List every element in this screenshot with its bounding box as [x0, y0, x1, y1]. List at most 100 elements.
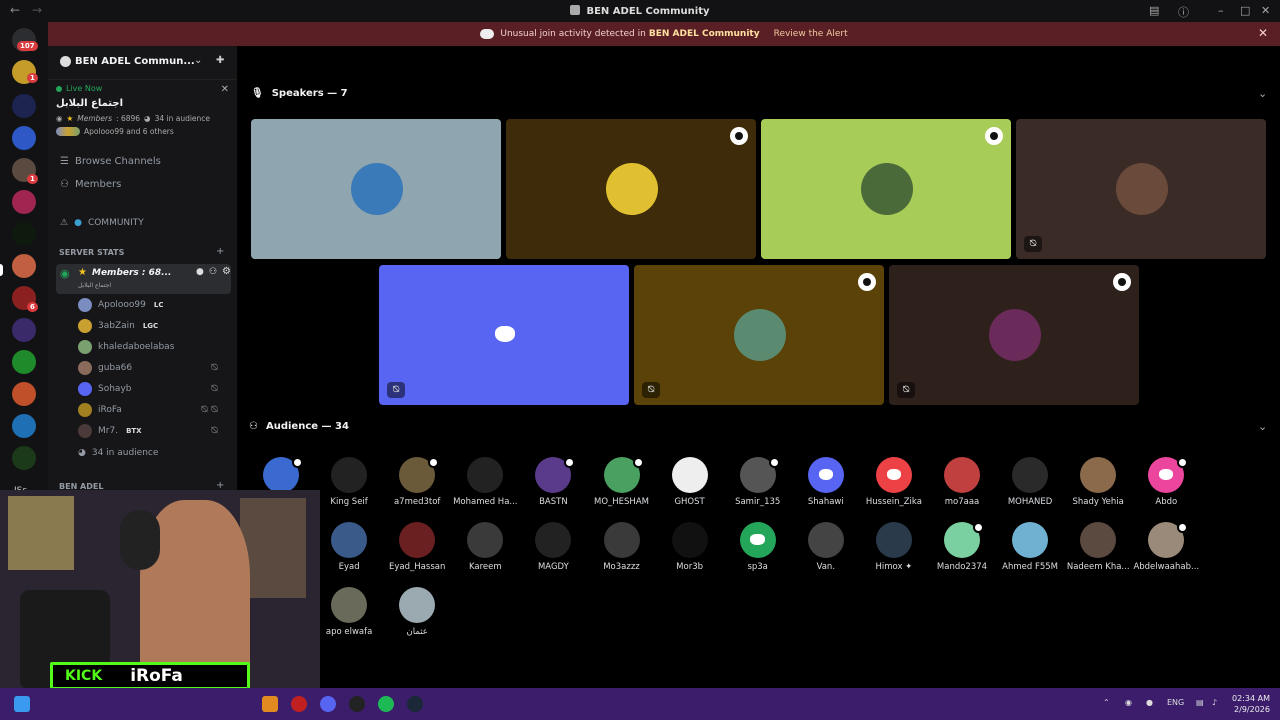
inbox-icon[interactable]: ▤ [1149, 4, 1159, 17]
speaker-tile[interactable]: ⦰ [634, 265, 884, 405]
audience-member[interactable]: BASTN [519, 457, 587, 507]
audience-member[interactable]: عثمان [383, 587, 451, 637]
audience-header[interactable]: ⚇ Audience — 34 [249, 421, 349, 432]
maximize-icon[interactable]: □ [1240, 4, 1250, 17]
audience-member[interactable]: Kareem [451, 522, 519, 572]
audience-member[interactable]: King Seif [315, 457, 383, 507]
speaker-tile[interactable]: ⦰ [889, 265, 1139, 405]
speakers-header[interactable]: 🎙 Speakers — 7 [251, 88, 348, 99]
audience-member[interactable]: Shahawi [792, 457, 860, 507]
members-link[interactable]: ⚇ Members [60, 179, 121, 190]
selected-pill [0, 264, 3, 276]
review-alert-link[interactable]: Review the Alert [774, 29, 848, 39]
server-icon[interactable] [12, 446, 36, 470]
audience-member[interactable]: Himox ✦ [860, 522, 928, 572]
app-icon[interactable] [291, 696, 307, 712]
voice-user[interactable]: Sohayb ⦰ [78, 380, 228, 398]
browse-channels[interactable]: ☰ Browse Channels [60, 156, 161, 167]
razer-icon[interactable] [12, 222, 36, 246]
speaker-tile[interactable] [506, 119, 756, 259]
settings-gear-icon[interactable]: ⚙ [222, 266, 231, 277]
chevron-down-icon[interactable]: ⌄ [1258, 420, 1267, 433]
invite-icon[interactable]: ✚ [216, 55, 224, 66]
discord-avatar-icon [875, 457, 912, 493]
add-channel-icon[interactable]: + [216, 246, 224, 257]
close-window-icon[interactable]: ✕ [1261, 4, 1270, 17]
chevron-up-icon[interactable]: ⌃ [1103, 698, 1110, 707]
discord-taskbar-icon[interactable] [320, 696, 336, 712]
audience-member[interactable]: Ahmed F55M [996, 522, 1064, 572]
speaker-tile[interactable]: ⦰ [1016, 119, 1266, 259]
audience-member[interactable]: Samir_135 [724, 457, 792, 507]
voice-user[interactable]: Apolooo99 LC [78, 296, 228, 314]
live-stage-card[interactable]: Live Now ✕ اجتماع البلابل ◉ ★ Members: 68… [56, 84, 231, 136]
community-channel[interactable]: ⚠ ● COMMUNITY [60, 218, 144, 228]
audience-member[interactable]: Eyad_Hassan [383, 522, 451, 572]
server-icon[interactable] [12, 94, 36, 118]
server-icon[interactable] [12, 126, 36, 150]
stream-name-overlay: KICK iRoFa [50, 662, 250, 690]
server-icon[interactable] [12, 190, 36, 214]
app-icon[interactable] [349, 696, 365, 712]
voice-user[interactable]: Mr7. BTX ⦰ [78, 422, 228, 440]
server-icon[interactable] [12, 382, 36, 406]
help-icon[interactable]: ⓘ [1178, 4, 1189, 20]
minimize-icon[interactable]: – [1218, 4, 1224, 17]
audience-member[interactable]: MAGDY [519, 522, 587, 572]
audience-member[interactable]: Van. [792, 522, 860, 572]
audience-member[interactable]: apo elwafa [315, 587, 383, 637]
windows-start-icon[interactable] [14, 696, 30, 712]
ea-server-icon[interactable] [12, 414, 36, 438]
voice-user[interactable]: khaledaboelabas [78, 338, 228, 356]
audience-member[interactable]: mo7aaa [928, 457, 996, 507]
guild-header[interactable]: BEN ADEL Commun... ⌄ ✚ [48, 46, 237, 80]
audience-member[interactable]: MO_HESHAM [588, 457, 656, 507]
muted-mic-icon: ⦰ [210, 426, 218, 436]
moderator-icon [768, 457, 780, 468]
app-icon[interactable] [262, 696, 278, 712]
volume-icon[interactable]: ♪ [1212, 698, 1217, 707]
audience-count[interactable]: ◕ 34 in audience [78, 444, 228, 462]
live-participants: Apolooo99 and 6 others [56, 127, 231, 136]
audience-member[interactable]: Mando2374 [928, 522, 996, 572]
server-icon[interactable] [12, 318, 36, 342]
language-indicator[interactable]: ENG [1167, 698, 1184, 707]
speaker-tile[interactable]: ⦰ [379, 265, 629, 405]
close-icon[interactable]: ✕ [221, 84, 229, 95]
voice-user[interactable]: iRoFa ⦰ ⦰ [78, 401, 228, 419]
audience-member[interactable]: a7med3tof [383, 457, 451, 507]
audience-member[interactable]: MOHANED [996, 457, 1064, 507]
audience-member[interactable]: Mo3azzz [588, 522, 656, 572]
audience-member[interactable]: Shady Yehia [1064, 457, 1132, 507]
audience-member[interactable]: Abdo [1132, 457, 1200, 507]
spotify-icon[interactable] [378, 696, 394, 712]
tray-icon[interactable]: ◉ [1125, 698, 1132, 707]
server-icon[interactable] [12, 350, 36, 374]
invite-icon[interactable]: ⚇ [209, 267, 217, 277]
category-server-stats[interactable]: SERVER STATS [59, 248, 124, 257]
chevron-down-icon[interactable]: ⌄ [194, 55, 202, 66]
chat-icon[interactable]: ● [196, 267, 204, 277]
audience-member[interactable]: Mor3b [656, 522, 724, 572]
audience-member[interactable]: GHOST [656, 457, 724, 507]
audience-member[interactable]: Mohamed Ha... [451, 457, 519, 507]
chevron-down-icon[interactable]: ⌄ [1258, 87, 1267, 100]
audience-member[interactable]: sp3a [724, 522, 792, 572]
clock[interactable]: 02:34 AM 2/9/2026 [1232, 693, 1270, 715]
steam-icon[interactable] [407, 696, 423, 712]
ben-adel-server-icon[interactable] [12, 254, 36, 278]
speaker-tile[interactable] [251, 119, 501, 259]
stage-channel[interactable]: ◉ ★ Members : 68... اجتماع البلابل ● ⚇ ⚙ [56, 264, 231, 294]
microphone-icon[interactable]: ● [1146, 698, 1153, 707]
audience-member[interactable]: Hussein_Zika [860, 457, 928, 507]
voice-user[interactable]: guba66 ⦰ [78, 359, 228, 377]
network-icon[interactable]: ▤ [1196, 698, 1204, 707]
audience-member[interactable]: Nadeem Kha... [1064, 522, 1132, 572]
voice-user[interactable]: 3abZain LGC [78, 317, 228, 335]
audience-member[interactable]: Eyad [315, 522, 383, 572]
speaker-tile[interactable] [761, 119, 1011, 259]
avatar [861, 163, 913, 215]
audience-member[interactable]: Abdelwaahab... [1132, 522, 1200, 572]
audience-name: Mando2374 [936, 562, 988, 572]
close-alert-icon[interactable]: ✕ [1258, 26, 1268, 40]
